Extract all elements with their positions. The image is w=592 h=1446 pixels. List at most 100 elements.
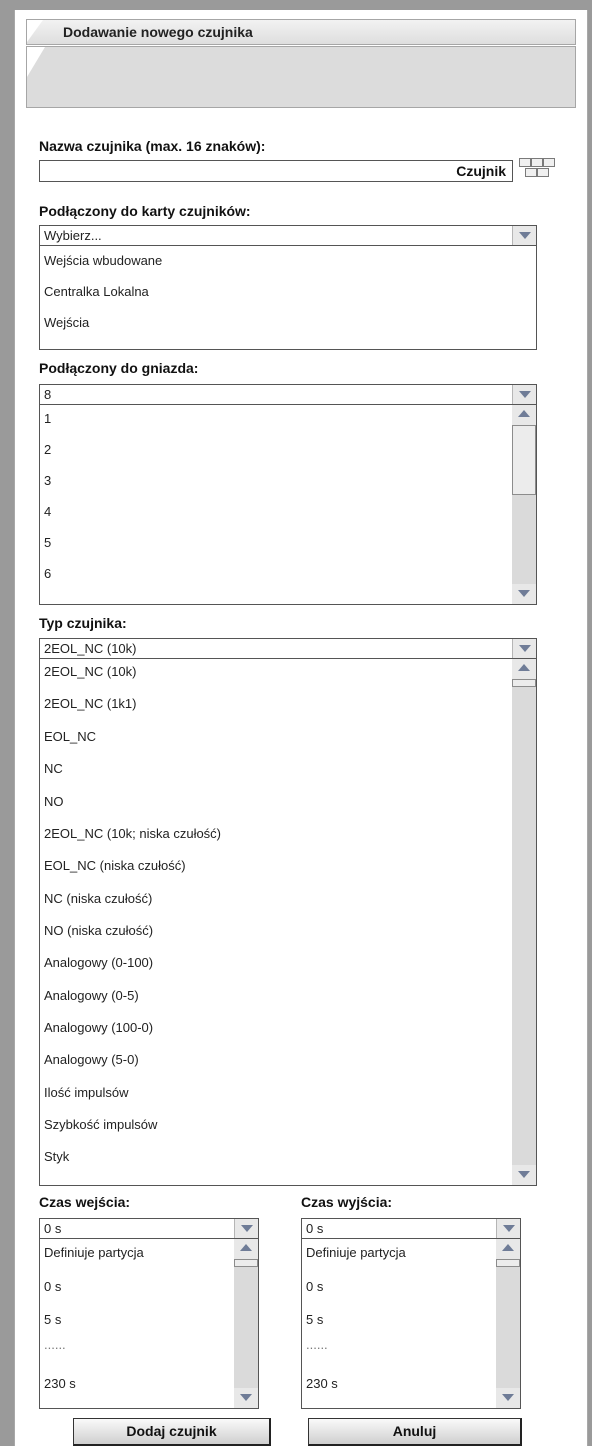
socket-options-list[interactable]: 1 2 3 4 5 6: [39, 405, 537, 605]
entry-time-select[interactable]: 0 s: [39, 1218, 259, 1239]
chevron-down-icon: [519, 391, 531, 398]
socket-option[interactable]: 2: [44, 442, 51, 457]
socket-option[interactable]: 1: [44, 411, 51, 426]
sensor-type-select[interactable]: 2EOL_NC (10k): [39, 638, 537, 659]
chevron-up-icon: [518, 664, 530, 671]
keyboard-icon[interactable]: [519, 158, 557, 186]
entry-time-option: ......: [44, 1337, 66, 1352]
chevron-up-icon: [240, 1244, 252, 1251]
entry-time-option[interactable]: 230 s: [44, 1376, 76, 1391]
entry-time-scrollbar[interactable]: [234, 1239, 258, 1408]
card-dropdown-button[interactable]: [512, 226, 536, 245]
chevron-down-icon: [502, 1394, 514, 1401]
sensor-type-option[interactable]: Analogowy (0-5): [44, 988, 139, 1003]
chevron-up-icon: [518, 410, 530, 417]
sensor-type-option[interactable]: Analogowy (100-0): [44, 1020, 153, 1035]
exit-time-option[interactable]: 5 s: [306, 1312, 323, 1327]
scroll-up-button[interactable]: [512, 659, 536, 679]
sensor-type-options-list[interactable]: 2EOL_NC (10k) 2EOL_NC (1k1) EOL_NC NC NO…: [39, 659, 537, 1186]
scroll-up-button[interactable]: [496, 1239, 520, 1259]
card-label: Podłączony do karty czujników:: [39, 203, 251, 219]
exit-time-selected-value: 0 s: [306, 1221, 324, 1236]
sensor-type-option[interactable]: Styk: [44, 1149, 69, 1164]
sensor-type-dropdown-button[interactable]: [512, 639, 536, 658]
sensor-type-option[interactable]: Szybkość impulsów: [44, 1117, 157, 1132]
entry-time-label: Czas wejścia:: [39, 1194, 131, 1210]
scroll-up-button[interactable]: [512, 405, 536, 425]
chevron-down-icon: [518, 590, 530, 597]
exit-time-dropdown-button[interactable]: [496, 1219, 520, 1238]
socket-scroll-thumb[interactable]: [512, 425, 536, 495]
info-bar: [26, 46, 576, 108]
sensor-type-option[interactable]: NC: [44, 761, 63, 776]
sensor-type-option[interactable]: Ilość impulsów: [44, 1085, 129, 1100]
card-option[interactable]: Wejścia: [44, 315, 89, 330]
sensor-type-scrollbar[interactable]: [512, 659, 536, 1185]
entry-time-option[interactable]: 5 s: [44, 1312, 61, 1327]
entry-time-selected-value: 0 s: [44, 1221, 62, 1236]
scroll-down-button[interactable]: [496, 1388, 520, 1408]
sensor-type-option[interactable]: 2EOL_NC (1k1): [44, 696, 136, 711]
chevron-down-icon: [503, 1225, 515, 1232]
card-select[interactable]: Wybierz...: [39, 225, 537, 246]
sensor-type-selected-value: 2EOL_NC (10k): [44, 641, 137, 656]
chevron-down-icon: [518, 1171, 530, 1178]
window-title: Dodawanie nowego czujnika: [63, 24, 253, 40]
sensor-type-option[interactable]: 2EOL_NC (10k): [44, 664, 136, 679]
exit-time-select[interactable]: 0 s: [301, 1218, 521, 1239]
socket-scrollbar[interactable]: [512, 405, 536, 604]
sensor-type-option[interactable]: NC (niska czułość): [44, 891, 152, 906]
cancel-button[interactable]: Anuluj: [308, 1418, 522, 1446]
sensor-type-scroll-thumb[interactable]: [512, 679, 536, 687]
card-option[interactable]: Centralka Lokalna: [44, 284, 149, 299]
exit-time-option: ......: [306, 1337, 328, 1352]
chevron-down-icon: [519, 645, 531, 652]
exit-time-option[interactable]: 230 s: [306, 1376, 338, 1391]
card-option[interactable]: Wejścia wbudowane: [44, 253, 162, 268]
scroll-down-button[interactable]: [512, 584, 536, 604]
chevron-down-icon: [519, 232, 531, 239]
sensor-type-option[interactable]: Analogowy (0-100): [44, 955, 153, 970]
card-selected-value: Wybierz...: [44, 228, 102, 243]
exit-time-options-list[interactable]: Definiuje partycja 0 s 5 s ...... 230 s: [301, 1239, 521, 1409]
entry-time-option[interactable]: Definiuje partycja: [44, 1245, 144, 1260]
sensor-type-option[interactable]: EOL_NC: [44, 729, 96, 744]
socket-select[interactable]: 8: [39, 384, 537, 405]
add-sensor-button[interactable]: Dodaj czujnik: [73, 1418, 271, 1446]
sensor-name-label: Nazwa czujnika (max. 16 znaków):: [39, 138, 266, 154]
socket-option[interactable]: 5: [44, 535, 51, 550]
sensor-type-option[interactable]: 2EOL_NC (10k; niska czułość): [44, 826, 221, 841]
window-title-bar: Dodawanie nowego czujnika: [26, 19, 576, 45]
exit-time-scrollbar[interactable]: [496, 1239, 520, 1408]
exit-time-label: Czas wyjścia:: [301, 1194, 393, 1210]
exit-time-scroll-thumb[interactable]: [496, 1259, 520, 1267]
info-fold-icon: [27, 47, 45, 77]
sensor-form-panel: Dodawanie nowego czujnika Nazwa czujnika…: [14, 10, 588, 1446]
sensor-type-option[interactable]: Analogowy (5-0): [44, 1052, 139, 1067]
socket-label: Podłączony do gniazda:: [39, 360, 199, 376]
exit-time-option[interactable]: 0 s: [306, 1279, 323, 1294]
sensor-name-input[interactable]: Czujnik: [39, 160, 513, 182]
socket-dropdown-button[interactable]: [512, 385, 536, 404]
card-options-list[interactable]: Wejścia wbudowane Centralka Lokalna Wejś…: [39, 246, 537, 350]
sensor-type-label: Typ czujnika:: [39, 615, 127, 631]
sensor-type-option[interactable]: NO: [44, 794, 64, 809]
title-fold-icon: [27, 20, 43, 42]
entry-time-options-list[interactable]: Definiuje partycja 0 s 5 s ...... 230 s: [39, 1239, 259, 1409]
scroll-down-button[interactable]: [512, 1165, 536, 1185]
exit-time-option[interactable]: Definiuje partycja: [306, 1245, 406, 1260]
chevron-down-icon: [240, 1394, 252, 1401]
scroll-down-button[interactable]: [234, 1388, 258, 1408]
sensor-type-option[interactable]: NO (niska czułość): [44, 923, 153, 938]
scroll-up-button[interactable]: [234, 1239, 258, 1259]
socket-option[interactable]: 6: [44, 566, 51, 581]
sensor-type-option[interactable]: EOL_NC (niska czułość): [44, 858, 186, 873]
socket-selected-value: 8: [44, 387, 52, 402]
entry-time-dropdown-button[interactable]: [234, 1219, 258, 1238]
socket-option[interactable]: 4: [44, 504, 51, 519]
socket-option[interactable]: 3: [44, 473, 51, 488]
chevron-down-icon: [241, 1225, 253, 1232]
entry-time-scroll-thumb[interactable]: [234, 1259, 258, 1267]
chevron-up-icon: [502, 1244, 514, 1251]
entry-time-option[interactable]: 0 s: [44, 1279, 61, 1294]
